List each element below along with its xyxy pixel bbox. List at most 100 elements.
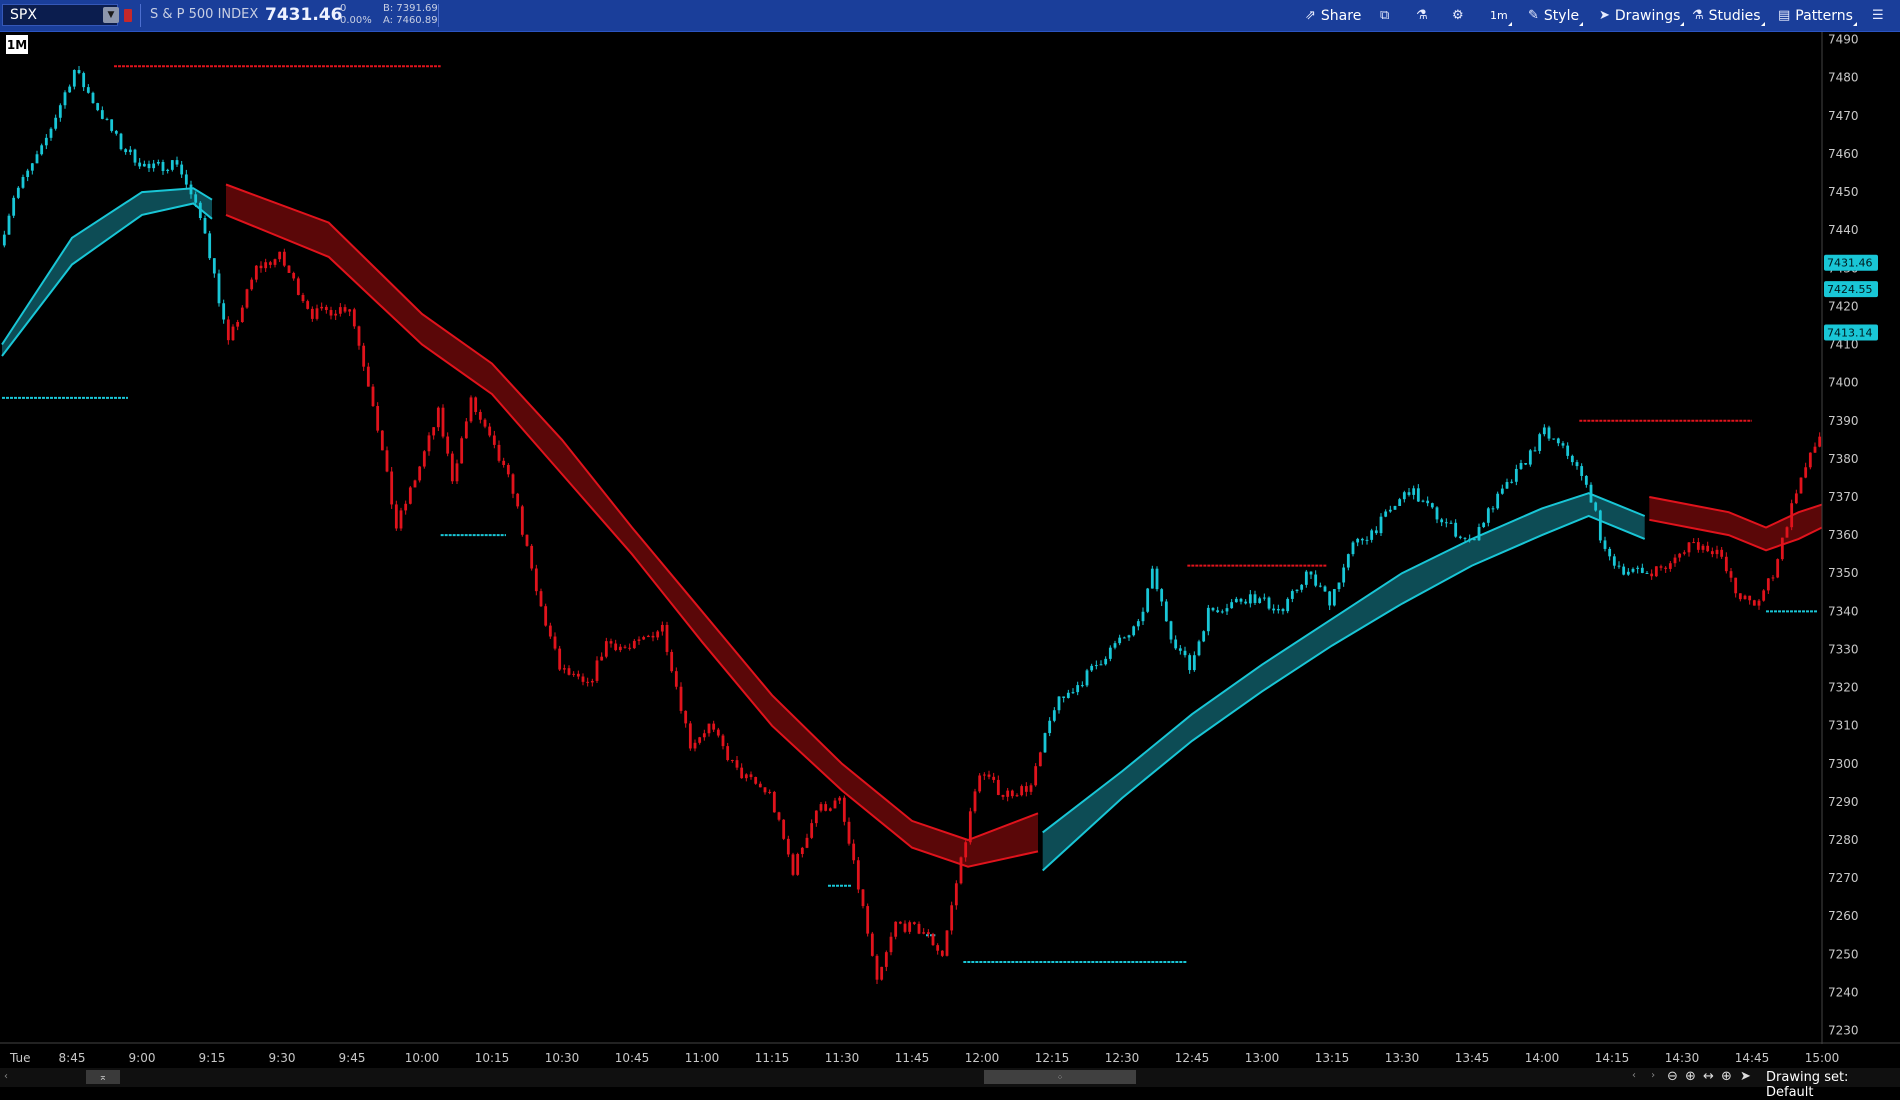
scroll-arrows-icon[interactable]: ‹ › (1632, 1070, 1661, 1081)
candle (842, 795, 846, 826)
candle (1304, 569, 1308, 588)
candle (1771, 575, 1775, 582)
candle (870, 931, 874, 957)
cursor-icon[interactable]: ➤ (1740, 1069, 1751, 1084)
candle-body (548, 625, 552, 637)
candle-body (604, 641, 608, 657)
candle-body (912, 922, 916, 924)
candle (763, 787, 767, 795)
patterns-label: Patterns (1795, 7, 1853, 24)
settings-button[interactable]: ⚙ (1452, 0, 1469, 31)
candle-body (1178, 648, 1182, 651)
symbol-input[interactable]: SPX ▼ (2, 4, 119, 26)
flask-button[interactable]: ⚗ (1416, 0, 1433, 31)
share-button[interactable]: ⇗ Share (1305, 0, 1361, 31)
candle (427, 432, 431, 456)
style-button[interactable]: ✎ Style (1528, 0, 1584, 31)
candle (833, 797, 837, 809)
candle-body (226, 319, 230, 341)
candle-body (926, 932, 930, 934)
candle-body (1090, 665, 1094, 671)
candle-body (1309, 571, 1313, 575)
candle-body (366, 366, 370, 387)
candle-body (1379, 516, 1383, 534)
candle (1631, 567, 1635, 574)
candle-body (1211, 607, 1215, 611)
candle-body (1038, 752, 1042, 767)
candle (1202, 630, 1206, 643)
scroll-left-icon[interactable]: ‹ (4, 1071, 8, 1082)
candle (1612, 553, 1616, 569)
candle (1416, 484, 1420, 502)
candle-body (1566, 445, 1570, 456)
candle (950, 901, 954, 935)
crosshair-icon[interactable]: ⊕ (1721, 1069, 1732, 1084)
candle (390, 466, 394, 509)
candle-body (1332, 589, 1336, 606)
candle (1146, 587, 1150, 614)
candle (296, 276, 300, 296)
drawing-set-label[interactable]: Drawing set: Default (1766, 1070, 1900, 1100)
candle-body (1594, 502, 1598, 511)
zoom-in-icon[interactable]: ⊕ (1685, 1069, 1696, 1084)
candle (1580, 463, 1584, 481)
candle-body (30, 163, 34, 171)
candle (805, 833, 809, 849)
candle-body (768, 791, 772, 793)
y-tick-label: 7440 (1828, 223, 1859, 237)
candle-body (903, 923, 907, 932)
candle-body (49, 128, 53, 138)
price-chart[interactable]: 7230 7240 7250 7260 7270 7280 7290 7300 7310 7320… (0, 32, 1900, 1068)
candle-body (1225, 608, 1229, 612)
candle (147, 160, 151, 173)
pan-icon[interactable]: ↔ (1703, 1069, 1714, 1084)
candle (357, 325, 361, 350)
detach-button[interactable]: ⧉ (1380, 0, 1394, 31)
interval-button[interactable]: 1m (1490, 0, 1512, 31)
y-tick-label: 7230 (1828, 1024, 1859, 1038)
candle (1276, 604, 1280, 614)
drawings-button[interactable]: ➤ Drawings (1599, 0, 1685, 31)
candle-body (1790, 503, 1794, 528)
candle (987, 770, 991, 780)
candle-body (301, 294, 305, 302)
y-tick-label: 7450 (1828, 185, 1859, 199)
candle (474, 396, 478, 415)
candle (1645, 570, 1649, 574)
candle (1365, 536, 1369, 545)
expand-panel-button[interactable]: ⌅ (86, 1070, 120, 1084)
candle (1113, 640, 1117, 650)
candle (1132, 625, 1136, 637)
candle-body (21, 177, 25, 188)
candle (632, 638, 636, 650)
candle (324, 304, 328, 314)
candle-body (1024, 786, 1028, 792)
candle (1085, 668, 1089, 688)
y-tick-label: 7290 (1828, 795, 1859, 809)
candle (1099, 660, 1103, 666)
candle-body (791, 854, 795, 875)
alert-flag-icon[interactable] (124, 9, 132, 22)
candle (1225, 603, 1229, 615)
candle-body (1472, 539, 1476, 541)
candle (1510, 479, 1514, 484)
candle-body (866, 906, 870, 934)
patterns-button[interactable]: ▤ Patterns (1778, 0, 1857, 31)
candle (1290, 589, 1294, 603)
candle (1248, 590, 1252, 608)
candle-body (432, 427, 436, 436)
aggregation-badge[interactable]: 1M (6, 35, 28, 54)
candle (1328, 590, 1332, 610)
chevron-down-icon[interactable]: ▼ (103, 7, 119, 23)
candle-body (264, 262, 268, 269)
studies-button[interactable]: ⚗ Studies (1692, 0, 1765, 31)
candle (72, 69, 76, 90)
candle (1174, 635, 1178, 650)
candle (1234, 596, 1238, 603)
time-scrollbar-thumb[interactable]: ⁘ (984, 1070, 1136, 1084)
candle-body (1113, 643, 1117, 648)
gear-icon: ⚙ (1452, 8, 1464, 23)
menu-button[interactable]: ☰ (1872, 0, 1889, 31)
zoom-out-icon[interactable]: ⊖ (1667, 1069, 1678, 1084)
candle (1808, 452, 1812, 470)
